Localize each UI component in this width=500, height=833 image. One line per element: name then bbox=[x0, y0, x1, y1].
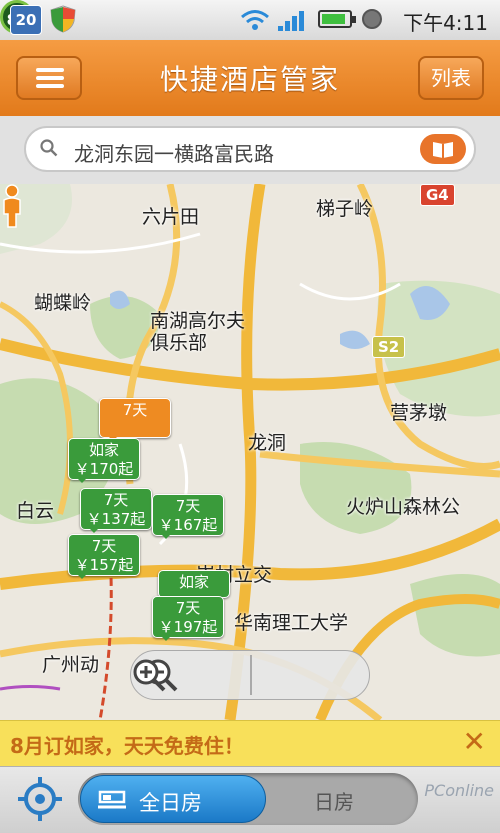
book-icon bbox=[433, 142, 453, 158]
tab-full-day[interactable]: 全日房 bbox=[80, 775, 266, 823]
list-button[interactable]: 列表 bbox=[418, 56, 484, 100]
hotel-brand: 7天 bbox=[103, 491, 129, 509]
hotel-brand: 7天 bbox=[122, 401, 148, 419]
search-icon bbox=[40, 139, 58, 157]
alarm-icon bbox=[362, 9, 382, 29]
promo-text: 8月订如家，天天免费住！ bbox=[10, 734, 244, 758]
road-shield-s2: S2 bbox=[372, 336, 406, 358]
status-bar: 20 81 下午4:11 bbox=[0, 0, 500, 41]
notification-badge: 20 bbox=[10, 5, 42, 35]
map-label: 蝴蝶岭 bbox=[34, 292, 92, 314]
map-label: 广州动 bbox=[42, 654, 100, 676]
map-label: 六片田 bbox=[142, 206, 200, 228]
hotel-price: ￥170起 bbox=[74, 460, 134, 478]
road-shield-g4: G4 bbox=[420, 184, 455, 206]
hotel-marker[interactable]: 7天 bbox=[99, 398, 171, 441]
status-time: 下午4:11 bbox=[403, 11, 488, 35]
tab-day-room[interactable]: 日房 bbox=[314, 786, 354, 815]
map-label: 华南理工大学 bbox=[234, 612, 349, 634]
hotel-brand: 如家 bbox=[88, 441, 119, 459]
app-header: 快捷酒店管家 列表 bbox=[0, 40, 500, 116]
promo-banner[interactable]: 8月订如家，天天免费住！ ✕ bbox=[0, 720, 500, 767]
hotel-marker[interactable]: 7天 ￥197起 bbox=[152, 596, 224, 641]
current-location-person-icon bbox=[3, 184, 21, 228]
map-label: 龙洞 bbox=[248, 432, 287, 454]
map-view[interactable]: 六片田 梯子岭 蝴蝶岭 南湖高尔夫俱乐部 营茅墩 龙洞 火炉山森林公 白云 华南… bbox=[0, 184, 500, 720]
room-type-toggle: 全日房 日房 bbox=[78, 773, 418, 825]
hotel-brand: 7天 bbox=[175, 497, 201, 515]
map-label: 白云 bbox=[16, 500, 55, 522]
hotel-brand: 如家 bbox=[178, 573, 209, 591]
close-icon[interactable]: ✕ bbox=[463, 727, 486, 757]
bed-icon bbox=[98, 790, 126, 809]
hotel-brand: 7天 bbox=[175, 599, 201, 617]
locate-icon[interactable] bbox=[16, 775, 64, 823]
hotel-price: ￥167起 bbox=[158, 516, 218, 534]
watermark: PConline bbox=[424, 781, 494, 800]
bottom-bar: 全日房 日房 PConline bbox=[0, 766, 500, 833]
hotel-marker[interactable]: 如家 ￥170起 bbox=[68, 438, 140, 483]
hotel-price: ￥137起 bbox=[86, 510, 146, 528]
signal-icon bbox=[278, 11, 304, 31]
map-label: 营茅墩 bbox=[390, 402, 448, 424]
zoom-in-icon[interactable] bbox=[131, 657, 167, 693]
book-button[interactable] bbox=[420, 134, 466, 164]
search-bar: 龙洞东园一横路富民路 bbox=[0, 116, 500, 185]
hotel-price: ￥157起 bbox=[74, 556, 134, 574]
map-label: 火炉山森林公 bbox=[346, 496, 461, 518]
zoom-control bbox=[130, 650, 370, 700]
hotel-brand: 7天 bbox=[91, 537, 117, 555]
battery-icon bbox=[318, 10, 356, 28]
wifi-icon bbox=[241, 10, 269, 30]
hotel-marker[interactable]: 如家 bbox=[158, 570, 230, 601]
map-label: 梯子岭 bbox=[316, 198, 374, 220]
map-label: 南湖高尔夫俱乐部 bbox=[150, 310, 246, 354]
shield-icon bbox=[50, 5, 76, 33]
search-input[interactable]: 龙洞东园一横路富民路 bbox=[24, 126, 476, 172]
tab-full-day-label: 全日房 bbox=[139, 791, 202, 815]
hotel-marker[interactable]: 7天 ￥167起 bbox=[152, 494, 224, 539]
hotel-price: ￥197起 bbox=[158, 618, 218, 636]
hotel-marker[interactable]: 7天 ￥137起 bbox=[80, 488, 152, 533]
hotel-marker[interactable]: 7天 ￥157起 bbox=[68, 534, 140, 579]
search-value: 龙洞东园一横路富民路 bbox=[74, 142, 274, 166]
